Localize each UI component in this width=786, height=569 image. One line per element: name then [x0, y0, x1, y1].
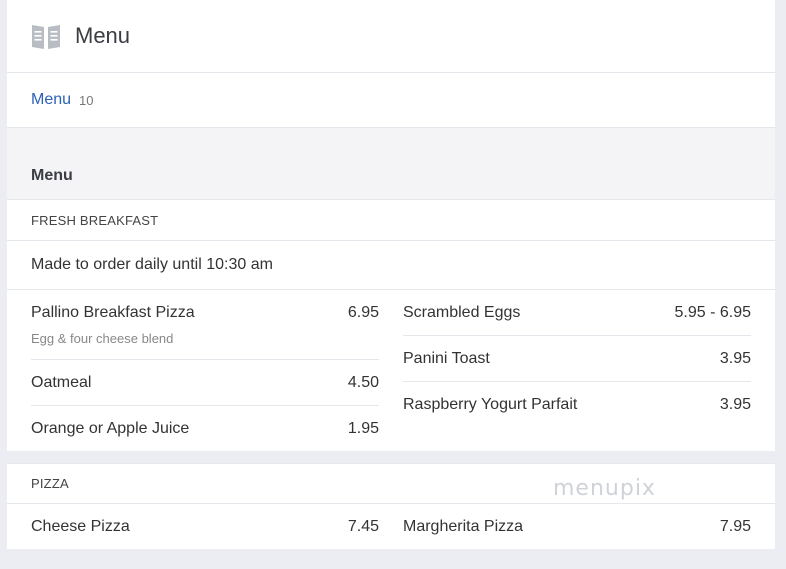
left-column: Cheese Pizza 7.45: [31, 504, 379, 549]
item-name: Pallino Breakfast Pizza: [31, 304, 195, 321]
section-note-breakfast: Made to order daily until 10:30 am: [7, 241, 775, 290]
item-price: 3.95: [719, 350, 751, 367]
section-title-pizza: PIZZA: [7, 463, 775, 504]
item-name: Cheese Pizza: [31, 518, 130, 535]
menu-item[interactable]: Pallino Breakfast Pizza 6.95 Egg & four …: [31, 290, 379, 360]
book-icon: [31, 22, 61, 50]
menu-item[interactable]: Orange or Apple Juice 1.95: [31, 406, 379, 451]
item-price: 6.95: [347, 304, 379, 321]
item-description: Egg & four cheese blend: [31, 331, 174, 346]
menu-item[interactable]: Raspberry Yogurt Parfait 3.95: [403, 382, 751, 427]
item-name: Oatmeal: [31, 374, 92, 391]
item-price: 1.95: [347, 420, 379, 437]
item-name: Scrambled Eggs: [403, 304, 521, 321]
item-price: 7.95: [719, 518, 751, 535]
item-price: 7.45: [347, 518, 379, 535]
menu-item[interactable]: Oatmeal 4.50: [31, 360, 379, 406]
menu-heading: Menu: [7, 153, 775, 200]
right-column: Margherita Pizza 7.95: [403, 504, 751, 549]
page-header: Menu: [7, 0, 775, 73]
item-price: 5.95 - 6.95: [674, 304, 752, 321]
item-name: Raspberry Yogurt Parfait: [403, 396, 578, 413]
page-title: Menu: [75, 23, 131, 48]
menu-item[interactable]: Scrambled Eggs 5.95 - 6.95: [403, 290, 751, 336]
left-column: Pallino Breakfast Pizza 6.95 Egg & four …: [31, 290, 379, 451]
item-name: Panini Toast: [403, 350, 490, 367]
right-column: Scrambled Eggs 5.95 - 6.95 Panini Toast …: [403, 290, 751, 451]
spacer: [7, 128, 775, 153]
item-name: Margherita Pizza: [403, 518, 524, 535]
tab-bar: Menu 10: [7, 73, 775, 128]
tab-menu[interactable]: Menu: [31, 91, 71, 109]
section-title-breakfast: FRESH BREAKFAST: [7, 200, 775, 241]
menu-item[interactable]: Margherita Pizza 7.95: [403, 504, 751, 549]
item-name: Orange or Apple Juice: [31, 420, 190, 437]
item-price: 4.50: [347, 374, 379, 391]
breakfast-items: Pallino Breakfast Pizza 6.95 Egg & four …: [7, 290, 775, 451]
section-divider: [0, 451, 786, 463]
item-price: 3.95: [719, 396, 751, 413]
pizza-items: Cheese Pizza 7.45 Margherita Pizza 7.95: [7, 504, 775, 549]
menu-item[interactable]: Panini Toast 3.95: [403, 336, 751, 382]
menu-panel: Menu Menu 10 Menu FRESH BREAKFAST Made t…: [0, 0, 786, 549]
watermark: menupix: [553, 476, 656, 501]
menu-item[interactable]: Cheese Pizza 7.45: [31, 504, 379, 549]
tab-menu-count: 10: [79, 92, 94, 108]
